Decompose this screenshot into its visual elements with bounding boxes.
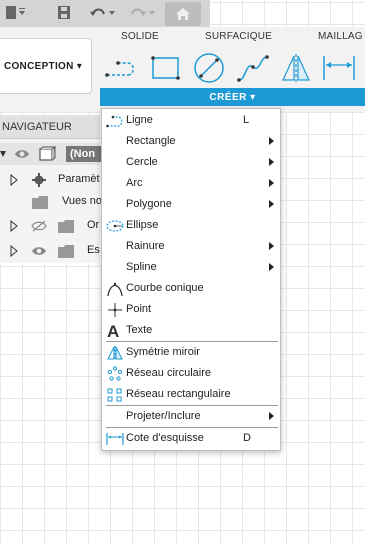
gear-icon <box>32 173 46 187</box>
line-icon <box>106 112 124 129</box>
creer-menu-button[interactable]: CRÉER ▾ <box>100 88 365 106</box>
expand-arrow-icon[interactable] <box>10 245 18 257</box>
submenu-arrow-icon <box>269 263 274 271</box>
menu-item-rainure[interactable]: Rainure <box>102 236 280 257</box>
home-icon[interactable] <box>165 2 201 26</box>
circle-tool-icon[interactable] <box>192 51 226 85</box>
menu-shortcut: L <box>243 114 250 126</box>
folder-icon <box>58 220 74 233</box>
submenu-arrow-icon <box>269 412 274 420</box>
submenu-arrow-icon <box>269 179 274 187</box>
tab-solide[interactable]: SOLIDE <box>121 31 159 42</box>
ellipse-icon <box>106 217 124 234</box>
submenu-arrow-icon <box>269 242 274 250</box>
menu-item-cercle[interactable]: Cercle <box>102 152 280 173</box>
navigator-item-label: Es <box>87 244 100 256</box>
creer-dropdown-menu: Ligne L Rectangle Cercle Arc Polygone El… <box>101 108 281 451</box>
line-tool-icon[interactable] <box>104 51 138 85</box>
point-icon <box>106 301 124 318</box>
menu-item-courbe-conique[interactable]: Courbe conique <box>102 278 280 299</box>
menu-item-point[interactable]: Point <box>102 299 280 320</box>
undo-icon[interactable] <box>88 4 118 22</box>
dimension-tool-icon[interactable] <box>322 51 356 85</box>
quick-access-bar <box>0 0 210 27</box>
navigator-title: NAVIGATEUR <box>2 120 72 133</box>
navigator-header[interactable]: NAVIGATEUR <box>0 115 100 139</box>
navigator-root-label: (Non <box>66 146 106 162</box>
navigator-item-parametres[interactable]: Paramèt <box>0 169 100 191</box>
submenu-arrow-icon <box>269 137 274 145</box>
navigator-root-row[interactable]: (Non <box>0 143 106 165</box>
navigator-item-label: Paramèt <box>58 173 100 185</box>
navigator-item-label: Vues no <box>62 195 102 207</box>
menu-shortcut: D <box>243 432 251 444</box>
navigator-item-origine[interactable]: Or <box>0 215 100 237</box>
navigator-item-vues[interactable]: Vues no <box>0 191 102 213</box>
menu-item-rectangle[interactable]: Rectangle <box>102 131 280 152</box>
navigator-item-esquisses[interactable]: Es <box>0 240 100 262</box>
mirror-tool-icon[interactable] <box>279 51 313 85</box>
menu-item-cote-esquisse[interactable]: Cote d'esquisse D <box>102 428 280 449</box>
rectangle-tool-icon[interactable] <box>148 51 182 85</box>
mirror-icon <box>106 344 124 361</box>
conic-curve-icon <box>106 280 124 297</box>
redo-icon[interactable] <box>128 4 158 22</box>
workspace-dropdown[interactable]: CONCEPTION ▾ <box>0 38 92 94</box>
eye-hidden-icon[interactable] <box>30 219 48 233</box>
spline-tool-icon[interactable] <box>236 51 270 85</box>
save-icon[interactable] <box>56 4 72 22</box>
menu-item-polygone[interactable]: Polygone <box>102 194 280 215</box>
menu-item-projeter-inclure[interactable]: Projeter/Inclure <box>102 406 280 427</box>
menu-item-spline[interactable]: Spline <box>102 257 280 278</box>
tab-surfacique[interactable]: SURFACIQUE <box>205 31 272 42</box>
eye-icon[interactable] <box>31 245 47 257</box>
menu-item-reseau-rectangulaire[interactable]: Réseau rectangulaire <box>102 384 280 405</box>
menu-item-ligne[interactable]: Ligne L <box>102 110 280 131</box>
text-icon: A <box>106 322 124 339</box>
collapse-arrow-icon[interactable] <box>0 147 8 161</box>
component-icon <box>38 146 56 162</box>
folder-icon <box>32 196 48 209</box>
submenu-arrow-icon <box>269 200 274 208</box>
expand-arrow-icon[interactable] <box>10 220 18 232</box>
ribbon-toolbar: SOLIDE SURFACIQUE MAILLAG CONCEPTION ▾ C… <box>0 27 365 112</box>
submenu-arrow-icon <box>269 158 274 166</box>
navigator-item-label: Or <box>87 219 100 231</box>
svg-text:A: A <box>107 322 119 339</box>
file-icon[interactable] <box>4 4 28 22</box>
circular-pattern-icon <box>106 365 124 382</box>
tab-maillage[interactable]: MAILLAG <box>318 31 363 42</box>
menu-item-arc[interactable]: Arc <box>102 173 280 194</box>
expand-arrow-icon[interactable] <box>10 174 18 186</box>
eye-icon[interactable] <box>14 147 30 161</box>
sketch-dimension-icon <box>106 430 124 447</box>
menu-item-ellipse[interactable]: Ellipse <box>102 215 280 236</box>
navigator-panel: (Non Paramèt Vues no Or Es <box>0 139 106 263</box>
menu-item-symetrie-miroir[interactable]: Symétrie miroir <box>102 342 280 363</box>
rectangular-pattern-icon <box>106 386 124 403</box>
folder-icon <box>58 245 74 258</box>
menu-item-reseau-circulaire[interactable]: Réseau circulaire <box>102 363 280 384</box>
menu-item-texte[interactable]: A Texte <box>102 320 280 341</box>
